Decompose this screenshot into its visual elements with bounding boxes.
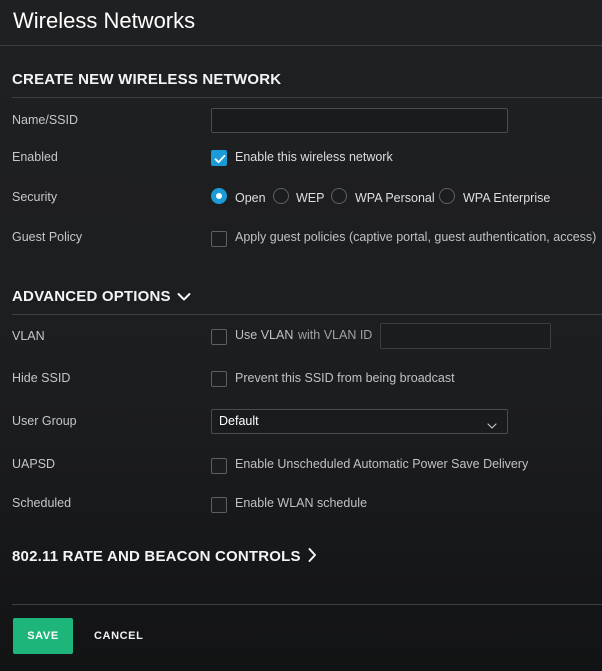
name-ssid-label: Name/SSID: [12, 113, 78, 127]
vlan-checkbox[interactable]: [211, 329, 227, 345]
guest-policy-option-label: Apply guest policies (captive portal, gu…: [235, 230, 597, 244]
rate-beacon-heading[interactable]: 802.11 RATE AND BEACON CONTROLS: [12, 547, 317, 567]
security-radio-wep[interactable]: [273, 188, 289, 204]
security-radio-wpa-enterprise[interactable]: [439, 188, 455, 204]
enabled-option-label: Enable this wireless network: [235, 150, 393, 164]
chevron-down-icon: [177, 289, 191, 306]
security-label: Security: [12, 190, 58, 204]
security-option-wpa-personal: WPA Personal: [355, 191, 435, 205]
uapsd-checkbox[interactable]: [211, 458, 227, 474]
title-divider: [0, 45, 602, 46]
create-network-heading: CREATE NEW WIRELESS NETWORK: [12, 71, 282, 88]
rate-beacon-title: 802.11 RATE AND BEACON CONTROLS: [12, 547, 301, 565]
vlan-id-note: with VLAN ID: [298, 328, 373, 342]
cancel-button[interactable]: CANCEL: [86, 618, 151, 654]
security-option-open: Open: [235, 191, 266, 205]
guest-policy-checkbox[interactable]: [211, 231, 227, 247]
vlan-option-label: Use VLAN: [235, 328, 294, 342]
advanced-options-title: ADVANCED OPTIONS: [12, 288, 171, 305]
hide-ssid-label: Hide SSID: [12, 371, 71, 385]
security-option-wep: WEP: [296, 191, 325, 205]
uapsd-option-label: Enable Unscheduled Automatic Power Save …: [235, 457, 529, 471]
scheduled-checkbox[interactable]: [211, 497, 227, 513]
create-section-divider: [12, 97, 602, 98]
vlan-id-input[interactable]: [380, 323, 551, 349]
footer-divider: [12, 604, 602, 605]
vlan-label: VLAN: [12, 329, 45, 343]
name-ssid-input[interactable]: [211, 108, 508, 133]
checkmark-icon: [214, 154, 226, 164]
page-title: Wireless Networks: [13, 8, 196, 33]
user-group-label: User Group: [12, 414, 77, 428]
user-group-select[interactable]: Default: [211, 409, 508, 434]
hide-ssid-checkbox[interactable]: [211, 371, 227, 387]
enabled-label: Enabled: [12, 150, 58, 164]
save-button[interactable]: SAVE: [13, 618, 73, 654]
enabled-checkbox[interactable]: [211, 150, 227, 166]
chevron-right-icon: [307, 547, 317, 567]
uapsd-label: UAPSD: [12, 457, 56, 471]
advanced-section-divider: [12, 314, 602, 315]
security-radio-open[interactable]: [211, 188, 227, 204]
scheduled-label: Scheduled: [12, 496, 72, 510]
security-radio-wpa-personal[interactable]: [331, 188, 347, 204]
scheduled-option-label: Enable WLAN schedule: [235, 496, 368, 510]
user-group-selected-value: Default: [219, 414, 259, 428]
guest-policy-label: Guest Policy: [12, 230, 83, 244]
security-option-wpa-enterprise: WPA Enterprise: [463, 191, 551, 205]
hide-ssid-option-label: Prevent this SSID from being broadcast: [235, 371, 455, 385]
advanced-options-heading[interactable]: ADVANCED OPTIONS: [12, 288, 191, 306]
chevron-down-icon: [487, 417, 497, 435]
